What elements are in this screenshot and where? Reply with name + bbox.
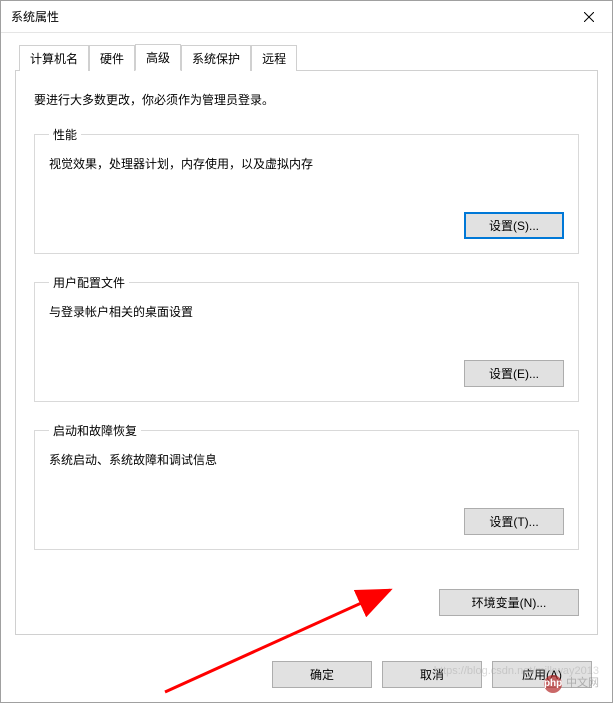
admin-note: 要进行大多数更改，你必须作为管理员登录。 [34,91,579,108]
startup-recovery-desc: 系统启动、系统故障和调试信息 [49,451,564,468]
startup-recovery-legend: 启动和故障恢复 [49,422,141,439]
cancel-button[interactable]: 取消 [382,661,482,688]
performance-settings-button[interactable]: 设置(S)... [464,212,564,239]
tab-hardware[interactable]: 硬件 [89,45,135,71]
close-icon [584,12,594,22]
tab-system-protection[interactable]: 系统保护 [181,45,251,71]
ok-button[interactable]: 确定 [272,661,372,688]
tab-panel-advanced: 要进行大多数更改，你必须作为管理员登录。 性能 视觉效果，处理器计划，内存使用，… [15,70,598,635]
titlebar: 系统属性 [1,1,612,33]
startup-recovery-group: 启动和故障恢复 系统启动、系统故障和调试信息 设置(T)... [34,422,579,550]
apply-button[interactable]: 应用(A) [492,661,592,688]
user-profiles-legend: 用户配置文件 [49,274,129,291]
user-profiles-settings-button[interactable]: 设置(E)... [464,360,564,387]
dialog-footer: 确定 取消 应用(A) [1,649,612,702]
tab-remote[interactable]: 远程 [251,45,297,71]
tab-advanced[interactable]: 高级 [135,44,181,71]
window-title: 系统属性 [11,8,566,25]
performance-desc: 视觉效果，处理器计划，内存使用，以及虚拟内存 [49,155,564,172]
performance-group: 性能 视觉效果，处理器计划，内存使用，以及虚拟内存 设置(S)... [34,126,579,254]
tab-computer-name[interactable]: 计算机名 [19,45,89,71]
system-properties-window: 系统属性 计算机名 硬件 高级 系统保护 远程 要进行大多数更改，你必须作为管理… [0,0,613,703]
environment-variables-button[interactable]: 环境变量(N)... [439,589,579,616]
close-button[interactable] [566,2,612,32]
tabstrip: 计算机名 硬件 高级 系统保护 远程 [19,43,598,70]
startup-recovery-settings-button[interactable]: 设置(T)... [464,508,564,535]
user-profiles-desc: 与登录帐户相关的桌面设置 [49,303,564,320]
dialog-body: 计算机名 硬件 高级 系统保护 远程 要进行大多数更改，你必须作为管理员登录。 … [1,33,612,649]
performance-legend: 性能 [49,126,81,143]
user-profiles-group: 用户配置文件 与登录帐户相关的桌面设置 设置(E)... [34,274,579,402]
